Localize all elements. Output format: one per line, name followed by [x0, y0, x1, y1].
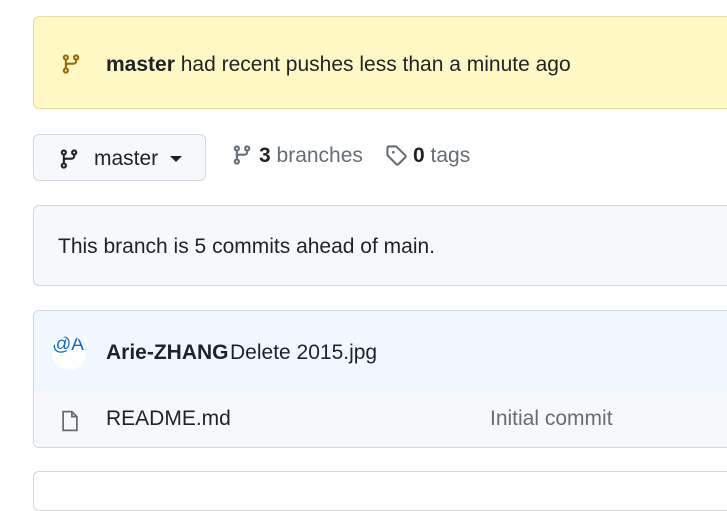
file-name-link[interactable]: README.md — [106, 407, 231, 431]
git-branch-icon — [58, 148, 80, 170]
branch-select-label: master — [94, 147, 159, 170]
avatar[interactable]: @Arie- — [52, 336, 86, 370]
branch-ahead-notice: This branch is 5 commits ahead of main. — [33, 205, 727, 286]
file-row: README.md Initial commit — [34, 391, 727, 447]
file-commit-message-link[interactable]: Initial commit — [490, 407, 613, 431]
latest-commit-row: @Arie- Arie-ZHANG Delete 2015.jpg — [34, 311, 727, 392]
tags-link[interactable]: 0 tags — [385, 144, 470, 168]
branches-link[interactable]: 3 branches — [231, 144, 363, 168]
commit-author-link[interactable]: Arie-ZHANG — [106, 341, 229, 365]
tag-icon — [386, 145, 407, 166]
recent-push-banner: master had recent pushes less than a min… — [33, 16, 727, 109]
branch-select-button[interactable]: master — [33, 134, 206, 181]
banner-branch-link[interactable]: master — [106, 53, 175, 76]
branches-label: branches — [276, 144, 363, 167]
ahead-notice-text: This branch is 5 commits ahead of main. — [58, 235, 435, 258]
git-branch-icon — [60, 53, 82, 75]
git-branch-icon — [233, 145, 251, 165]
tags-label: tags — [430, 144, 471, 167]
commit-message-link[interactable]: Delete 2015.jpg — [230, 341, 377, 365]
file-icon — [60, 409, 80, 433]
banner-message: master had recent pushes less than a min… — [106, 53, 571, 77]
file-browser: @Arie- Arie-ZHANG Delete 2015.jpg README… — [33, 310, 727, 448]
branches-count: 3 — [259, 144, 271, 167]
tags-count: 0 — [413, 144, 425, 167]
caret-down-icon — [170, 156, 182, 162]
readme-box — [33, 471, 727, 511]
banner-text: had recent pushes less than a minute ago — [174, 53, 571, 76]
